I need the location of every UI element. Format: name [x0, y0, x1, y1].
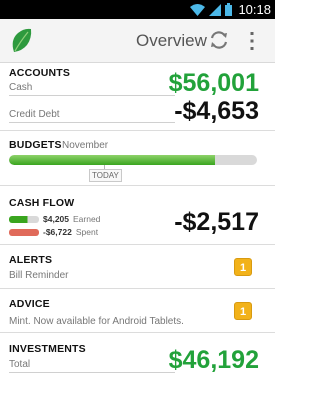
advice-heading: ADVICE [9, 298, 50, 310]
alerts-heading: ALERTS [9, 254, 53, 266]
alerts-text: Bill Reminder [9, 270, 69, 281]
accounts-heading: ACCOUNTS [9, 67, 71, 79]
investments-section[interactable]: INVESTMENTS Total $46,192 [0, 333, 275, 383]
earned-label: Earned [73, 214, 101, 224]
advice-text: Mint. Now available for Android Tablets. [9, 316, 184, 327]
investments-value: $46,192 [168, 346, 259, 374]
spent-bar [9, 228, 39, 236]
refresh-icon[interactable] [208, 29, 230, 51]
spent-label: Spent [75, 227, 99, 237]
today-label: TODAY [89, 169, 122, 182]
budget-month: November [62, 140, 109, 151]
action-bar: Overview [0, 19, 275, 63]
status-time: 10:18 [238, 2, 271, 17]
credit-divider [9, 122, 175, 123]
cash-divider [9, 95, 175, 96]
cash-flow-net-value: -$2,517 [174, 208, 259, 236]
budgets-heading: BUDGETS [9, 139, 62, 151]
earned-row: $4,205 Earned [9, 214, 100, 224]
spent-amount: -$6,722 [43, 227, 72, 237]
earned-bar [9, 215, 39, 223]
credit-debt-label: Credit Debt [9, 109, 60, 120]
status-bar: 10:18 [0, 0, 275, 19]
earned-amount: $4,205 [43, 214, 69, 224]
advice-section[interactable]: ADVICE Mint. Now available for Android T… [0, 289, 275, 333]
credit-debt-value: -$4,653 [174, 97, 259, 125]
investments-heading: INVESTMENTS [9, 343, 86, 355]
status-icons: 10:18 [190, 0, 271, 19]
mint-leaf-logo[interactable] [10, 28, 32, 54]
advice-count-badge: 1 [234, 302, 252, 320]
cash-flow-section[interactable]: CASH FLOW $4,205 Earned -$6,722 Spent -$… [0, 186, 275, 245]
investments-total-label: Total [9, 359, 31, 370]
alerts-section[interactable]: ALERTS Bill Reminder 1 [0, 245, 275, 289]
cash-value: $56,001 [168, 69, 259, 97]
investments-divider [9, 372, 175, 373]
battery-icon [225, 3, 233, 16]
wifi-icon [190, 3, 206, 16]
overflow-menu-icon[interactable] [246, 29, 258, 53]
cash-flow-heading: CASH FLOW [9, 197, 75, 209]
budget-progress-bar [9, 155, 257, 165]
spent-row: -$6,722 Spent [9, 227, 98, 237]
budget-progress-fill [9, 155, 215, 165]
cash-label: Cash [9, 82, 33, 93]
alerts-count-badge: 1 [234, 258, 252, 276]
budgets-section[interactable]: BUDGETS November TODAY [0, 131, 275, 186]
signal-icon [209, 3, 222, 16]
page-title: Overview [136, 31, 207, 50]
accounts-section[interactable]: ACCOUNTS Cash $56,001 Credit Debt -$4,65… [0, 63, 275, 131]
